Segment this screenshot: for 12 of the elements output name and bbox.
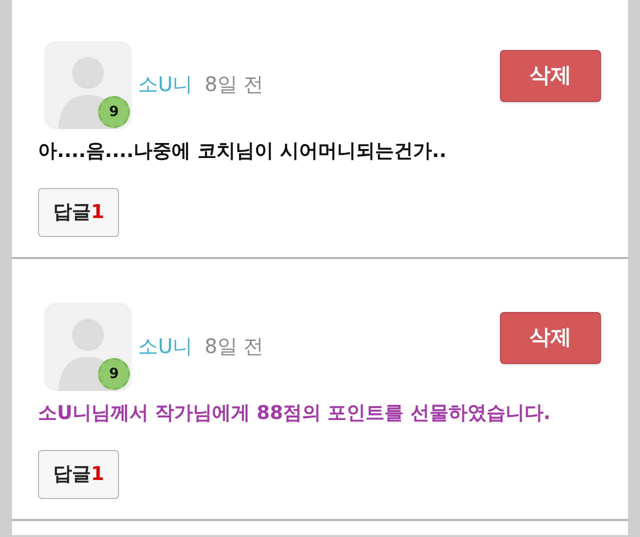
comment-text: 아....음....나중에 코치님이 시어머니되는건가.. <box>38 139 448 164</box>
reply-button[interactable]: 답글1 <box>38 188 120 236</box>
delete-button[interactable]: 삭제 <box>500 50 601 102</box>
delete-button[interactable]: 삭제 <box>500 312 601 364</box>
avatar-icon <box>44 41 132 129</box>
reply-button[interactable]: 답글1 <box>38 450 120 498</box>
gift-notice: 소U니님께서 작가님에게 88점의 포인트를 선물하였습니다. <box>38 401 552 426</box>
post-time: 8일 전 <box>204 71 264 98</box>
avatar-icon <box>44 303 132 391</box>
author-name[interactable]: 소U니 <box>138 331 193 361</box>
author-name[interactable]: 소U니 <box>138 69 193 99</box>
post-time: 8일 전 <box>204 333 264 360</box>
